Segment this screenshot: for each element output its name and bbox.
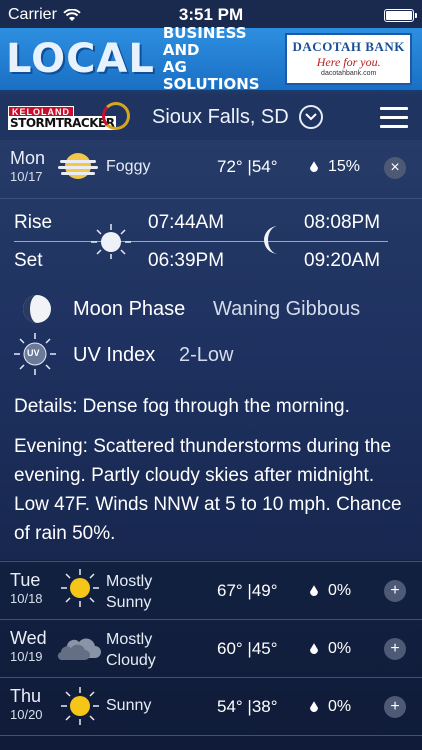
carrier-info: Carrier	[8, 6, 81, 24]
forecast-condition-line1: Mostly	[106, 573, 153, 590]
expand-button[interactable]: +	[384, 580, 406, 602]
sun-icon	[61, 569, 99, 607]
today-rain-value: 15%	[328, 158, 361, 175]
today-summary-row[interactable]: Mon 10/17 Foggy 72° |54° 15% ×	[0, 148, 422, 192]
forecast-day-block: Wed 10/19	[10, 628, 47, 664]
uv-icon-label: UV	[27, 348, 40, 358]
uv-index-label: UV Index	[73, 344, 156, 366]
moonset-time: 09:20AM	[304, 250, 381, 271]
bank-name: DACOTAH BANK	[292, 39, 405, 54]
chevron-down-icon	[305, 113, 317, 121]
forecast-rain-value: 0%	[328, 582, 352, 599]
today-detail-panel: Mon 10/17 Foggy 72° |54° 15% × Rise Set …	[0, 140, 422, 560]
app-header: KELOLAND STORMTRACKER Sioux Falls, SD	[0, 94, 422, 140]
forecast-day-block: Tue 10/18	[10, 570, 43, 606]
forecast-rain-value: 0%	[328, 640, 352, 657]
cloud-icon	[57, 638, 101, 661]
forecast-temp: 67° |49°	[217, 581, 278, 600]
forecast-rain: 0%	[310, 640, 351, 658]
forecast-condition: Mostly Cloudy	[106, 629, 156, 671]
bank-logo: DACOTAH BANK Here for you. dacotahbank.c…	[285, 33, 412, 85]
raindrop-icon	[310, 643, 318, 655]
forecast-day: Wed	[10, 628, 47, 648]
forecast-date: 10/18	[10, 591, 43, 606]
forecast-date: 10/19	[10, 649, 43, 664]
ad-biz-line1: BUSINESS AND	[162, 24, 247, 59]
today-temp: 72° |54°	[217, 157, 278, 176]
ad-biz-line2: AG SOLUTIONS	[162, 58, 260, 93]
forecast-day-block: Thu 10/20	[10, 686, 43, 722]
expand-button[interactable]: +	[384, 638, 406, 660]
moon-icon	[264, 226, 278, 254]
details-text: Details: Dense fog through the morning.	[14, 396, 350, 417]
forecast-rain: 0%	[310, 698, 351, 716]
battery-icon	[384, 8, 417, 22]
collapse-button[interactable]: ×	[384, 157, 406, 179]
logo-ring-icon	[102, 102, 130, 130]
expand-button[interactable]: +	[384, 696, 406, 718]
bank-url: dacotahbank.com	[321, 70, 377, 77]
forecast-date: 10/20	[10, 707, 43, 722]
fog-icon	[58, 153, 98, 179]
evening-forecast-text: Evening: Scattered thunderstorms during …	[14, 436, 402, 544]
rise-label: Rise	[14, 212, 53, 233]
forecast-condition: Mostly Sunny	[106, 571, 152, 613]
moon-phase-label: Moon Phase	[73, 298, 186, 320]
raindrop-icon	[310, 161, 318, 173]
today-day: Mon	[10, 148, 46, 168]
location-name[interactable]: Sioux Falls, SD	[152, 106, 289, 129]
today-rain: 15%	[310, 158, 360, 176]
moon-phase-icon	[23, 295, 51, 323]
forecast-condition-line1: Mostly	[106, 631, 153, 648]
horizon-line	[14, 241, 388, 242]
today-day-block: Mon 10/17	[10, 148, 45, 184]
stormtracker-logo: KELOLAND STORMTRACKER	[8, 100, 130, 134]
forecast-row-wed[interactable]: Wed 10/19 Mostly Cloudy 60° |45° 0% +	[0, 620, 422, 676]
forecast-row-thu[interactable]: Thu 10/20 Sunny 54° |38° 0% +	[0, 678, 422, 734]
sun-horizon-icon	[91, 224, 131, 259]
wifi-icon	[63, 8, 81, 21]
moon-phase-value: Waning Gibbous	[213, 298, 361, 320]
divider	[0, 735, 422, 736]
moonrise-time: 08:08PM	[304, 212, 381, 233]
logo-stormtracker: STORMTRACKER	[8, 116, 117, 130]
hamburger-menu-button[interactable]	[380, 106, 408, 128]
raindrop-icon	[310, 585, 318, 597]
uv-index-value: 2-Low	[179, 344, 234, 366]
raindrop-icon	[310, 701, 318, 713]
forecast-condition-line2: Cloudy	[106, 652, 156, 669]
forecast-day: Tue	[10, 570, 41, 590]
sunset-time: 06:39PM	[148, 250, 225, 271]
sun-icon	[61, 687, 99, 725]
divider	[0, 198, 422, 199]
carrier-label: Carrier	[8, 6, 57, 23]
forecast-temp: 60° |45°	[217, 639, 278, 658]
ad-local-text: LOCAL	[6, 36, 155, 82]
forecast-rain: 0%	[310, 582, 351, 600]
ad-business-text: BUSINESS AND AG SOLUTIONS	[163, 25, 285, 93]
bank-tagline: Here for you.	[316, 55, 381, 69]
forecast-condition-line2: Sunny	[106, 594, 152, 611]
ad-banner[interactable]: LOCAL BUSINESS AND AG SOLUTIONS DACOTAH …	[0, 25, 422, 93]
location-dropdown-button[interactable]	[298, 105, 323, 129]
forecast-day: Thu	[10, 686, 42, 706]
forecast-rain-value: 0%	[328, 698, 352, 715]
forecast-row-tue[interactable]: Tue 10/18 Mostly Sunny 67° |49° 0% +	[0, 562, 422, 618]
today-condition: Foggy	[106, 158, 151, 175]
forecast-temp: 54° |38°	[217, 697, 278, 716]
today-date: 10/17	[10, 169, 43, 184]
forecast-condition: Sunny	[106, 697, 151, 715]
sunrise-time: 07:44AM	[148, 212, 225, 233]
set-label: Set	[14, 250, 43, 271]
forecast-condition-line1: Sunny	[106, 697, 152, 714]
